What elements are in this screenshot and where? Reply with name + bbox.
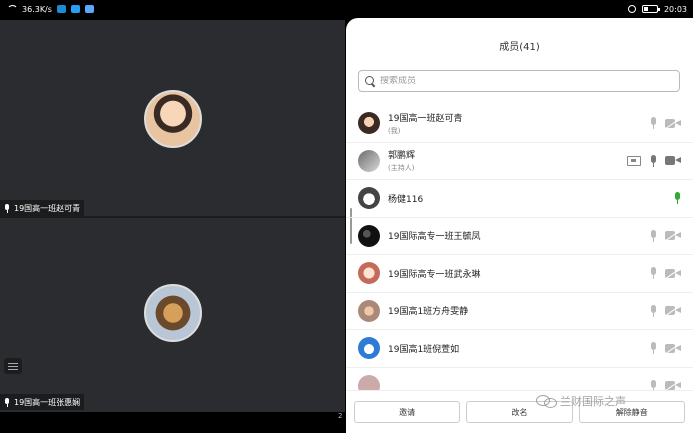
member-avatar: [358, 299, 380, 322]
camera-off-icon[interactable]: [665, 342, 681, 354]
microphone-icon[interactable]: [649, 117, 657, 130]
member-row[interactable]: 郭鹏辉 (主持人): [346, 143, 693, 180]
member-name: 19国高1班倪萱如: [388, 344, 460, 355]
member-row[interactable]: 19国高1班方舟雯静: [346, 293, 693, 330]
microphone-icon[interactable]: [649, 342, 657, 355]
participant-name-tag: 19国高一班赵可青: [0, 200, 85, 216]
camera-icon[interactable]: [665, 155, 681, 166]
camera-off-icon[interactable]: [665, 380, 681, 390]
screen-share-icon[interactable]: [627, 155, 641, 166]
member-name: 杨健116: [388, 194, 424, 205]
camera-off-icon[interactable]: [665, 267, 681, 279]
member-name: 19国高1班方舟雯静: [388, 307, 469, 318]
microphone-icon[interactable]: [649, 304, 657, 317]
member-name: 19国高一班赵可青: [388, 113, 463, 124]
silent-icon: [627, 5, 636, 13]
clock: 20:03: [663, 4, 687, 14]
watermark: 兰财国际之声: [536, 393, 626, 409]
search-icon: [365, 76, 375, 86]
video-pane-bottom[interactable]: 19国高一班张惠娴: [0, 218, 345, 412]
participant-name: 19国高一班张惠娴: [14, 397, 81, 407]
microphone-icon[interactable]: [649, 154, 657, 167]
camera-off-icon[interactable]: [665, 305, 681, 317]
camera-off-icon[interactable]: [665, 117, 681, 129]
video-pane-top[interactable]: 19国高一班赵可青: [0, 20, 345, 216]
app-notification-icon: [84, 5, 94, 13]
microphone-icon[interactable]: [649, 379, 657, 390]
participant-avatar: [144, 90, 202, 148]
member-row[interactable]: 杨健116: [346, 180, 693, 218]
member-row[interactable]: 19国高1班倪萱如: [346, 330, 693, 368]
notification-app-icon: [56, 5, 66, 13]
wechat-icon: [536, 395, 557, 408]
bottom-strip: [0, 412, 345, 433]
member-row[interactable]: 19国际高专一班王毓凤: [346, 218, 693, 255]
member-name: 19国际高专一班武永琳: [388, 269, 481, 280]
battery-level: [643, 7, 648, 11]
search-input[interactable]: [380, 76, 660, 86]
menu-icon[interactable]: [4, 358, 22, 374]
microphone-icon[interactable]: [649, 229, 657, 242]
microphone-icon[interactable]: [673, 192, 681, 205]
shopping-cart-icon: [70, 5, 80, 13]
panel-footer: 邀请 改名 解除静音: [346, 390, 693, 433]
member-avatar: [358, 337, 380, 360]
microphone-icon: [4, 203, 10, 213]
wifi-icon: [6, 5, 18, 13]
member-role: (我): [388, 126, 401, 135]
member-avatar: [358, 262, 380, 285]
search-bar[interactable]: [358, 70, 680, 92]
member-avatar: [358, 149, 380, 172]
microphone-icon: [4, 397, 10, 407]
member-avatar: [358, 224, 380, 247]
invite-button[interactable]: 邀请: [354, 401, 461, 423]
corner-number: 2: [338, 412, 343, 420]
member-row[interactable]: 19国际高专一班武永琳: [346, 255, 693, 293]
watermark-text: 兰财国际之声: [560, 395, 626, 408]
status-bar: 36.3K/s 20:03: [0, 0, 693, 18]
member-avatar: [358, 374, 380, 390]
microphone-icon[interactable]: [649, 267, 657, 280]
screen: 36.3K/s 20:03 19国高一班赵可青 19国高一班张惠娴 2 成员(4…: [0, 0, 693, 433]
member-role: (主持人): [388, 164, 415, 173]
member-list: 19国高一班赵可青 (我) 郭鹏辉 (主持人) 杨健116 19国际高专一班王毓凤 19国际…: [346, 105, 693, 390]
camera-off-icon[interactable]: [665, 230, 681, 242]
member-name: 19国际高专一班王毓凤: [388, 232, 481, 243]
member-name: 郭鹏辉: [388, 151, 416, 162]
battery-icon: [641, 5, 660, 13]
member-avatar: [358, 187, 380, 210]
panel-title: 成员(41): [499, 42, 540, 53]
member-avatar: [358, 112, 380, 135]
members-panel: 成员(41) 19国高一班赵可青 (我) 郭鹏辉 (主持人) 杨健116 19国际高专一班…: [346, 18, 693, 433]
participant-name-tag: 19国高一班张惠娴: [0, 394, 85, 410]
member-row[interactable]: 19国高一班赵可青 (我): [346, 105, 693, 143]
participant-avatar: [144, 284, 202, 342]
participant-name: 19国高一班赵可青: [14, 203, 81, 213]
member-row[interactable]: [346, 368, 693, 390]
network-speed: 36.3K/s: [22, 4, 52, 14]
